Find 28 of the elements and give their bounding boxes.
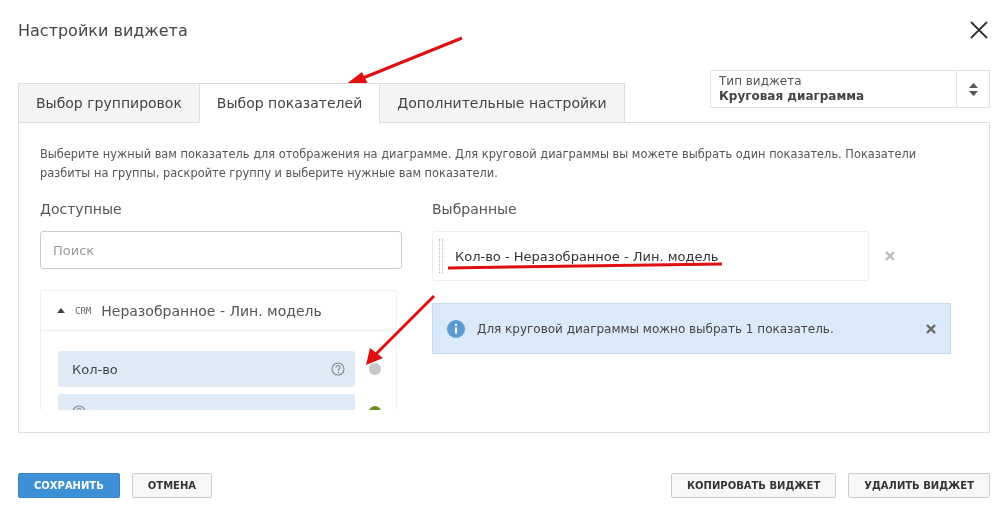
tab[interactable]: Дополнительные настройки — [379, 83, 625, 123]
sort-arrows-icon — [968, 82, 978, 96]
selected-label: Кол-во - Неразобранное - Лин. модель — [455, 248, 719, 264]
close-button[interactable] — [968, 19, 990, 41]
info-icon — [447, 319, 465, 338]
crm-label: CRM — [75, 305, 92, 316]
alert-text: Для круговой диаграммы можно выбрать 1 показатель. — [477, 321, 835, 336]
status-dot[interactable] — [369, 363, 381, 375]
tab[interactable]: Выбор группировок — [18, 83, 200, 123]
indicator-item[interactable]: Кол-во — [58, 351, 355, 387]
select-label: Тип виджета — [719, 74, 803, 89]
column-label: Доступные — [40, 201, 123, 219]
action-button[interactable]: КОПИРОВАТЬ ВИДЖЕТ — [670, 473, 837, 498]
annotation-arrow — [366, 294, 436, 365]
action-button[interactable]: ОТМЕНА — [131, 473, 213, 498]
select-value: Круговая диаграмма — [719, 89, 866, 104]
caret-up-icon — [57, 308, 65, 313]
selected-indicator[interactable]: Кол-во - Неразобранное - Лин. модель — [432, 231, 869, 281]
action-button[interactable]: УДАЛИТЬ ВИДЖЕТ — [848, 473, 990, 498]
search-field[interactable]: Поиск — [40, 231, 402, 269]
remove-icon[interactable] — [885, 251, 895, 261]
dialog-title: Настройки виджета — [18, 20, 188, 40]
close-icon[interactable] — [926, 323, 936, 334]
group-name: Неразобранное - Лин. модель — [101, 302, 322, 319]
tab[interactable]: Выбор показателей — [198, 83, 381, 123]
column-label: Выбранные — [432, 201, 518, 219]
widget-type-select[interactable]: Тип виджета Круговая диаграмма — [710, 70, 990, 108]
description-text: Выберите нужный вам показатель для отображения на диаграмме. Для круговой диаграммы вы можете выбрать один показатель. Показатели разбиты на группы, раскройте группу и выберите нужные вам показатели. — [40, 146, 918, 182]
